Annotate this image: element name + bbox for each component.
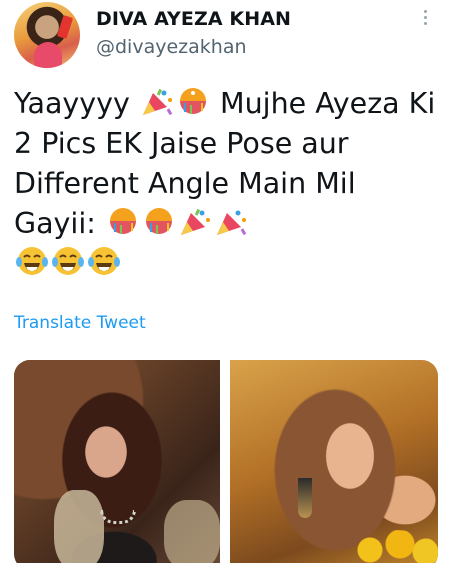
tears-of-joy-icon [15, 245, 49, 277]
confetti-ball-icon [106, 207, 140, 237]
party-popper-icon [214, 207, 248, 237]
more-options-icon[interactable] [418, 6, 434, 28]
author-avatar[interactable] [14, 2, 80, 68]
tears-of-joy-icon [51, 245, 85, 277]
tears-of-joy-icon [87, 245, 121, 277]
tweet-text: Yaayyyy Mujhe Ayeza Ki 2 Pics EK Jaise P… [14, 84, 438, 284]
tweet-header: DIVA AYEZA KHAN @divayezakhan [0, 0, 450, 70]
tweet-photo-2[interactable] [230, 360, 438, 563]
confetti-ball-icon [176, 87, 210, 117]
tweet-text-part1: Yaayyyy [14, 87, 139, 120]
author-display-name[interactable]: DIVA AYEZA KHAN [96, 8, 291, 30]
tweet-photo-1[interactable] [14, 360, 220, 563]
party-popper-icon [140, 87, 174, 117]
tweet-media-grid [14, 360, 438, 563]
confetti-ball-icon [142, 207, 176, 237]
translate-tweet-link[interactable]: Translate Tweet [14, 313, 146, 333]
party-popper-icon [178, 207, 212, 237]
author-handle[interactable]: @divayezakhan [96, 36, 247, 58]
